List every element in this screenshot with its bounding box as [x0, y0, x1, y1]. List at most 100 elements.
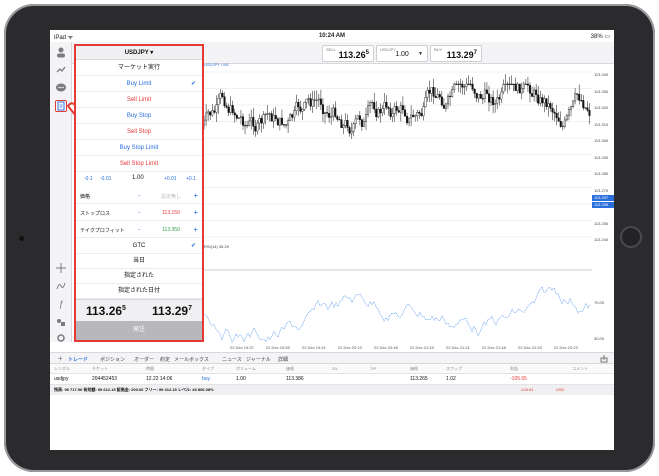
quotes-icon[interactable] [55, 64, 67, 76]
minus-icon[interactable]: − [138, 193, 141, 199]
candle-body [297, 102, 300, 108]
indicators-icon[interactable] [55, 280, 67, 292]
buy-price: 113.297 [446, 50, 477, 60]
time-tick: 22 Dec 20:10 [338, 345, 362, 350]
home-button[interactable] [620, 226, 642, 248]
crosshair-icon[interactable] [55, 262, 67, 274]
order-type-option[interactable]: Sell Limit [76, 92, 202, 108]
order-type-option[interactable]: Buy Limit ✔ [76, 76, 202, 92]
candle-body [323, 112, 326, 115]
place-order-button[interactable]: 発注 [76, 321, 202, 340]
minus-icon[interactable]: − [138, 210, 141, 216]
candle-body [307, 98, 310, 100]
expiry-option[interactable]: 指定された日付 [76, 284, 202, 299]
plus-icon[interactable]: + [193, 225, 198, 234]
expiry-option[interactable]: 指定された [76, 269, 202, 284]
sell-quote-button[interactable]: SELL 113.265 [322, 45, 374, 62]
order-type-option[interactable]: マーケット実行 [76, 60, 202, 76]
candle-body [494, 103, 497, 105]
minus-icon[interactable]: − [138, 227, 141, 233]
order-type-label: Buy Stop [126, 113, 152, 119]
candle-body [418, 112, 421, 114]
candle-body [231, 105, 234, 114]
candle-body [393, 106, 396, 114]
sell-label: SELL [326, 47, 336, 52]
volume-minus-0.01[interactable]: -0.01 [100, 176, 111, 182]
rsi-tick: 30.00 [594, 336, 605, 341]
objects-icon[interactable] [55, 316, 67, 328]
candle-body [354, 118, 357, 124]
terminal-tab[interactable]: 約定 [160, 356, 170, 363]
lot-selector[interactable]: USDJPY 1.00 ▼ [376, 45, 428, 62]
expiry-option[interactable]: 当日 [76, 254, 202, 269]
candle-body [455, 83, 458, 85]
candle-body [553, 111, 556, 114]
terminal-tab[interactable]: ポジション [100, 356, 125, 363]
settings-icon[interactable] [55, 332, 67, 344]
table-row[interactable]: usdjpy 204452453 12.22 14:06 buy 1.00 113.386… [50, 374, 614, 385]
sell-price: 113.265 [338, 50, 369, 60]
time-tick: 22 Dec 21:21 [446, 345, 470, 350]
order-type-option[interactable]: Sell Stop [76, 124, 202, 140]
candle-body [264, 113, 267, 115]
balance-row: 残高: 99 717.96 有効額: 99 612.15 証拠金: 200.00… [50, 385, 614, 395]
candle-body [551, 108, 554, 113]
field-value-input[interactable]: 113.150 [152, 210, 190, 216]
order-type-option[interactable]: Buy Stop Limit [76, 140, 202, 156]
chevron-down-icon: ▼ [418, 51, 423, 57]
candle-body [395, 106, 398, 111]
plus-icon[interactable]: + [193, 208, 198, 217]
candle-body [287, 120, 290, 126]
candle-body [403, 109, 406, 117]
candle-body [305, 98, 308, 103]
volume-plus-0.01[interactable]: +0.01 [164, 176, 177, 182]
candle-body [321, 104, 324, 115]
column-header: 価格 [286, 366, 294, 371]
terminal-tab[interactable]: ジャーナル [246, 356, 271, 363]
terminal-tab[interactable]: オーダー [134, 356, 154, 363]
share-icon[interactable] [600, 355, 608, 363]
expiry-option[interactable]: GTC ✔ [76, 239, 202, 254]
candle-body [362, 121, 365, 127]
buy-quote-button[interactable]: BUY 113.297 [430, 45, 482, 62]
terminal-tab[interactable]: メールボックス [174, 356, 209, 363]
rsi-label: RSI(14) 35.29 [204, 244, 229, 249]
chat-icon[interactable] [55, 82, 67, 94]
chart-symbol-label: USDJPY • M1 [204, 62, 229, 67]
candle-body [500, 91, 503, 100]
candle-body [229, 105, 232, 113]
table-cell: 113.265 [410, 376, 428, 382]
add-icon[interactable]: + [58, 354, 63, 363]
candle-body [574, 93, 577, 102]
price-chart[interactable] [200, 64, 614, 350]
account-icon[interactable] [55, 46, 67, 58]
volume-value[interactable]: 1.00 [132, 175, 144, 181]
terminal-tab[interactable]: ニュース [222, 356, 242, 363]
candle-body [567, 109, 570, 116]
candle-body [258, 118, 261, 124]
volume-plus-0.1[interactable]: +0.1 [186, 176, 196, 182]
table-cell: 113.386 [286, 376, 304, 382]
order-field-row: ストップロス − 113.150 + [76, 205, 202, 221]
time-tick: 22 Dec 22:53 [518, 345, 542, 350]
order-type-label: Sell Limit [126, 97, 152, 103]
volume-minus-0.1[interactable]: -0.1 [84, 176, 93, 182]
terminal-tab[interactable]: 詳細 [278, 356, 288, 363]
order-type-option[interactable]: Sell Stop Limit [76, 156, 202, 172]
terminal-tab[interactable]: トレード [68, 356, 88, 363]
ipad-frame: iPad ᯤ 10:24 AM 38% ▭ SELL 113.265 USDJP… [4, 4, 655, 472]
candle-body [449, 95, 452, 97]
candle-body [270, 113, 273, 122]
field-value-input[interactable]: 設定無し [152, 193, 190, 200]
plus-icon[interactable]: + [193, 191, 198, 200]
candle-body [285, 124, 288, 126]
candlestick-chart[interactable] [200, 64, 592, 350]
buy-label: BUY [434, 47, 443, 52]
order-type-option[interactable]: Buy Stop [76, 108, 202, 124]
function-icon[interactable]: ƒ [55, 298, 67, 310]
candle-body [438, 94, 441, 98]
candle-body [442, 104, 445, 109]
candle-body [348, 127, 351, 134]
field-value-input[interactable]: 113.350 [152, 227, 190, 233]
order-symbol-selector[interactable]: USDJPY ▾ [76, 46, 202, 60]
